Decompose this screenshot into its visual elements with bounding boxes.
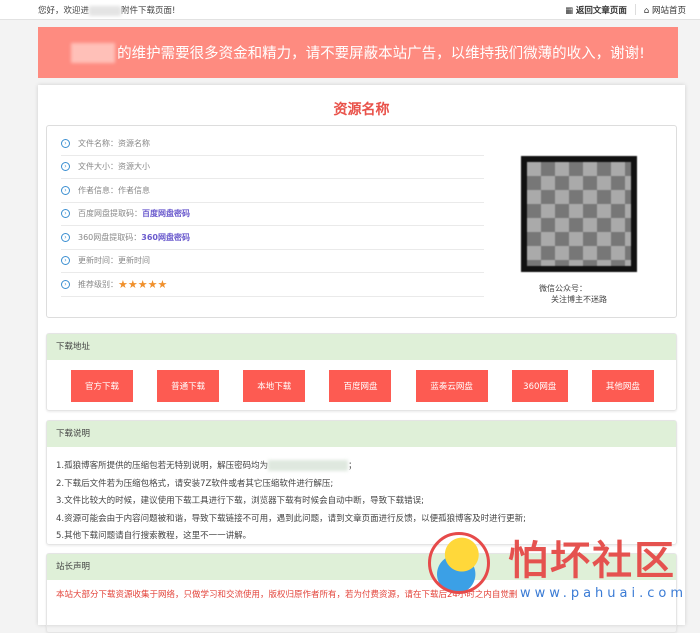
resource-info-box: › 文件名称： 资源名称 › 文件大小： 资源大小 › 作者信息： 作者信息 › 百度网盘提取码：百… xyxy=(46,125,677,318)
info-value: 作者信息 xyxy=(118,185,150,195)
download-button[interactable]: 360网盘 xyxy=(511,370,568,402)
notes-section: 下载说明 1.孤狼博客所提供的压缩包若无特别说明，解压密码均为 ； 2.下载后文件若… xyxy=(46,420,677,545)
ad-notice-banner: 的维护需要很多资金和精力，请不要屏蔽本站广告，以维持我们微薄的收入，谢谢! xyxy=(38,27,678,78)
info-value: 更新时间 xyxy=(118,256,150,266)
info-label: 更新时间： xyxy=(78,256,118,266)
qr-code xyxy=(521,156,637,272)
info-row: › 百度网盘提取码： 百度网盘密码 xyxy=(61,203,484,226)
info-label: 百度网盘提取码： xyxy=(78,209,142,219)
watermark-logo: 怕坏社区 www.pahuai.com xyxy=(424,528,700,605)
note-end: ； xyxy=(348,461,357,471)
chevron-circle-icon: › xyxy=(61,185,70,195)
top-bar: 您好，欢迎进 附件下载页面! ▦ 返回文章页面 ⌂ 网站首页 xyxy=(0,0,700,20)
welcome-text: 您好，欢迎进 附件下载页面! xyxy=(38,4,175,16)
info-label: 作者信息： xyxy=(78,185,118,195)
home-link-label: 网站首页 xyxy=(651,6,686,16)
info-row: › 360网盘提取码： 360网盘密码 xyxy=(61,226,484,250)
redacted-text xyxy=(71,42,116,63)
chevron-circle-icon: › xyxy=(61,209,70,219)
info-label: 文件名称： xyxy=(78,138,118,148)
download-button[interactable]: 其他网盘 xyxy=(591,370,654,402)
download-button[interactable]: 本地下载 xyxy=(243,370,306,402)
download-button[interactable]: 百度网盘 xyxy=(329,370,392,402)
note-text: 2.下载后文件若为压缩包格式，请安装7Z软件或者其它压缩软件进行解压; xyxy=(56,478,334,489)
watermark-url: www.pahuai.com xyxy=(520,586,688,601)
qr-caption-line1: 微信公众号： xyxy=(539,284,587,293)
info-value[interactable]: 360网盘密码 xyxy=(141,232,190,243)
notes-heading: 下载说明 xyxy=(47,421,676,447)
download-heading: 下载地址 xyxy=(47,334,676,360)
welcome-prefix: 您好，欢迎进 xyxy=(38,6,90,16)
note-text: 4.资源可能会由于内容问题被和谐，导致下载链接不可用，遇到此问题，请到文章页面进… xyxy=(56,513,526,524)
grid-icon: ▦ xyxy=(565,6,576,16)
info-value[interactable]: 百度网盘密码 xyxy=(142,208,190,219)
redacted-site-name xyxy=(89,5,122,16)
info-label: 推荐级别： xyxy=(78,279,118,289)
chevron-circle-icon: › xyxy=(61,256,70,266)
chevron-circle-icon: › xyxy=(61,232,70,242)
info-label: 360网盘提取码： xyxy=(78,232,142,242)
watermark-name: 怕坏社区 xyxy=(508,537,676,584)
back-to-article-link[interactable]: ▦ 返回文章页面 xyxy=(565,4,627,16)
note-item: 3.文件比较大的时候，建议使用下载工具进行下载，浏览器下载有时候会自动中断，导致… xyxy=(56,493,667,511)
note-item: 2.下载后文件若为压缩包格式，请安装7Z软件或者其它压缩软件进行解压; xyxy=(56,476,667,494)
divider xyxy=(634,4,636,15)
note-text: 5.其他下载问题请自行搜索教程，这里不一一讲解。 xyxy=(56,531,252,542)
welcome-suffix: 附件下载页面! xyxy=(121,6,176,16)
info-value: ★★★★★ xyxy=(118,277,168,291)
download-button[interactable]: 蓝奏云网盘 xyxy=(415,370,488,402)
info-row: › 文件名称： 资源名称 xyxy=(61,132,484,156)
fish-logo-icon xyxy=(428,532,490,594)
info-row: › 作者信息： 作者信息 xyxy=(61,179,484,203)
qr-caption: 微信公众号： 关注博主不迷路 xyxy=(521,283,671,305)
download-section: 下载地址 官方下载 普通下载 本地下载 百度网盘 蓝奏云网盘 360网盘 其他网盘 xyxy=(46,333,677,411)
note-item: 1.孤狼博客所提供的压缩包若无特别说明，解压密码均为 ； xyxy=(56,458,667,476)
note-text: 3.文件比较大的时候，建议使用下载工具进行下载，浏览器下载有时候会自动中断，导致… xyxy=(56,496,424,507)
info-label: 文件大小： xyxy=(78,162,118,172)
page-title: 资源名称 xyxy=(333,102,390,118)
info-row: › 文件大小： 资源大小 xyxy=(61,156,484,179)
chevron-circle-icon: › xyxy=(61,138,70,148)
info-value: 资源大小 xyxy=(118,162,150,172)
chevron-circle-icon: › xyxy=(61,162,70,172)
home-link[interactable]: ⌂ 网站首页 xyxy=(644,4,686,16)
redacted-password xyxy=(268,460,349,471)
home-icon: ⌂ xyxy=(643,6,652,16)
download-button[interactable]: 官方下载 xyxy=(71,370,133,402)
banner-text: 的维护需要很多资金和精力，请不要屏蔽本站广告，以维持我们微薄的收入，谢谢! xyxy=(117,46,645,62)
back-link-label: 返回文章页面 xyxy=(575,6,627,16)
info-value: 资源名称 xyxy=(118,138,150,148)
chevron-circle-icon: › xyxy=(61,279,70,289)
note-text: 1.孤狼博客所提供的压缩包若无特别说明，解压密码均为 xyxy=(56,461,269,471)
info-row: › 更新时间： 更新时间 xyxy=(61,250,484,273)
qr-caption-line2: 关注博主不迷路 xyxy=(551,295,607,304)
info-row: › 推荐级别： ★★★★★ xyxy=(61,273,484,297)
note-item: 4.资源可能会由于内容问题被和谐，导致下载链接不可用，遇到此问题，请到文章页面进… xyxy=(56,511,667,529)
download-button[interactable]: 普通下载 xyxy=(157,370,220,402)
